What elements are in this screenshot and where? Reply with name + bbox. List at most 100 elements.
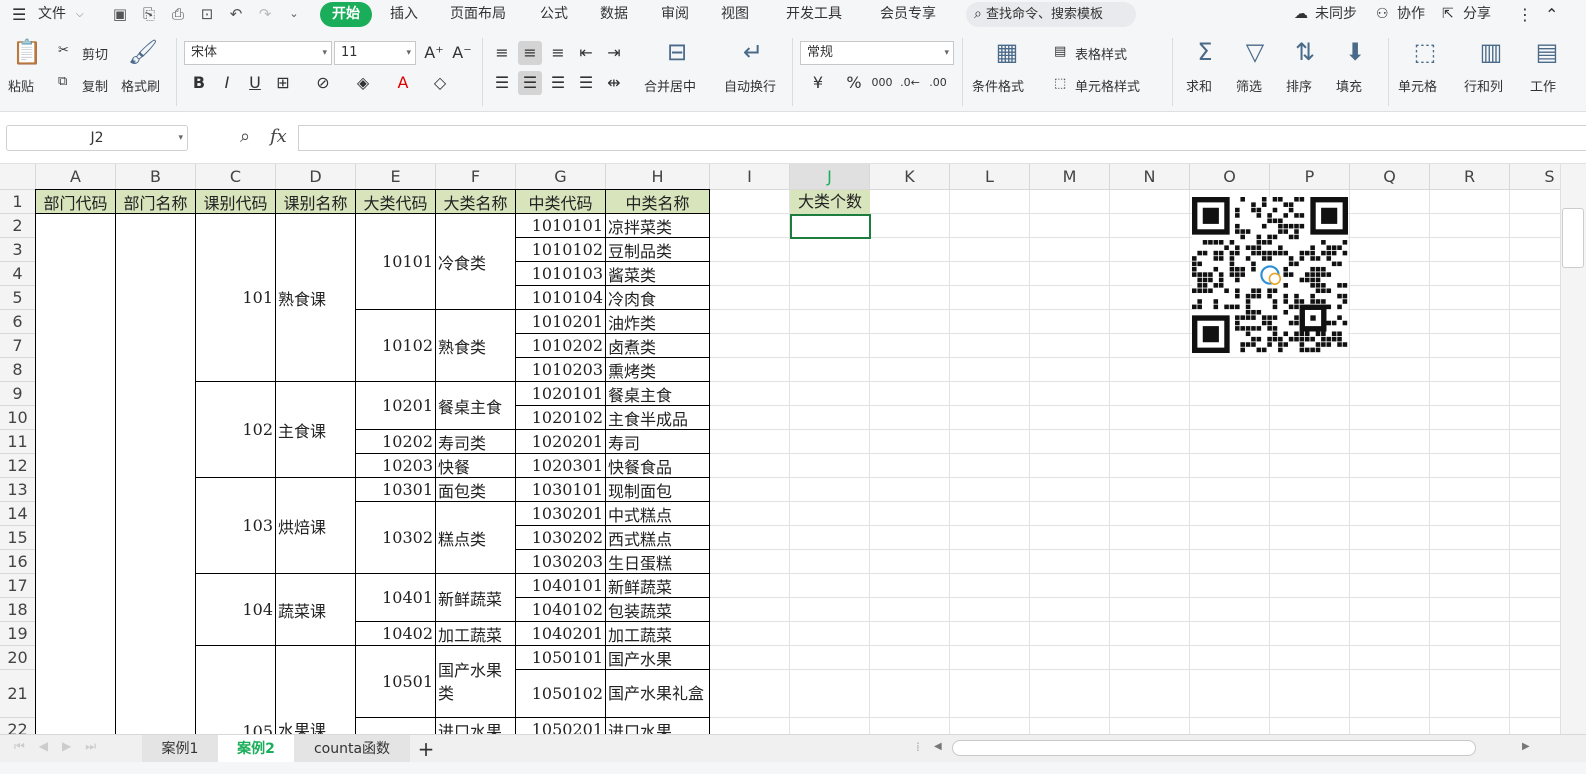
collab-icon[interactable]: ⚇ xyxy=(1376,0,1389,30)
tab-insert[interactable]: 插入 xyxy=(390,0,418,30)
row-col-icon[interactable]: ▥ xyxy=(1474,36,1508,68)
formula-input[interactable] xyxy=(298,125,1586,151)
customize-chevron-icon[interactable]: ⌄ xyxy=(284,4,304,24)
column-header-E[interactable]: E xyxy=(356,164,436,190)
header-cell[interactable]: 中类名称 xyxy=(605,189,710,214)
mid-code-cell[interactable]: 1020201 xyxy=(515,429,606,454)
row-header-13[interactable]: 13 xyxy=(0,478,36,502)
active-cell-J2[interactable] xyxy=(790,214,871,239)
number-format-select[interactable]: 常规 ▾ xyxy=(800,41,954,65)
row-header-15[interactable]: 15 xyxy=(0,526,36,550)
course-code-cell[interactable]: 102 xyxy=(195,381,276,478)
table-style-icon[interactable]: ▤ xyxy=(1054,44,1066,59)
paste-button[interactable]: 粘贴 xyxy=(8,76,34,95)
underline-icon[interactable]: U xyxy=(243,71,267,95)
row-header-22[interactable]: 22 xyxy=(0,718,36,734)
mid-name-cell[interactable]: 餐桌主食 xyxy=(605,381,710,406)
mid-code-cell[interactable]: 1040201 xyxy=(515,621,606,646)
major-code-cell[interactable]: 10102 xyxy=(355,309,436,382)
row-header-17[interactable]: 17 xyxy=(0,574,36,598)
column-header-P[interactable]: P xyxy=(1270,164,1350,190)
undo-icon[interactable]: ↶ xyxy=(226,4,246,24)
collapse-ribbon-icon[interactable]: ⌃ xyxy=(1545,0,1558,30)
major-code-cell[interactable]: 10402 xyxy=(355,621,436,646)
tab-review[interactable]: 审阅 xyxy=(661,0,689,30)
file-menu[interactable]: 文件 xyxy=(38,0,66,30)
wrap-text-button[interactable]: 自动换行 xyxy=(724,76,776,95)
copy-icon[interactable]: ⧉ xyxy=(58,74,67,89)
column-header-G[interactable]: G xyxy=(516,164,606,190)
sort-button[interactable]: 排序 xyxy=(1286,76,1312,95)
mid-code-cell[interactable]: 1020101 xyxy=(515,381,606,406)
mid-name-cell[interactable]: 国产水果 xyxy=(605,645,710,670)
sum-icon[interactable]: Σ xyxy=(1188,36,1222,68)
major-code-cell[interactable]: 10203 xyxy=(355,453,436,478)
filter-button[interactable]: 筛选 xyxy=(1236,76,1262,95)
mid-code-cell[interactable]: 1010101 xyxy=(515,213,606,238)
column-header-N[interactable]: N xyxy=(1110,164,1190,190)
row-header-19[interactable]: 19 xyxy=(0,622,36,646)
zoom-search-icon[interactable]: ⌕ xyxy=(240,126,250,147)
tab-home[interactable]: 开始 xyxy=(320,2,372,27)
mid-name-cell[interactable]: 凉拌菜类 xyxy=(605,213,710,238)
course-code-cell[interactable]: 104 xyxy=(195,573,276,646)
mid-code-cell[interactable]: 1010201 xyxy=(515,309,606,334)
major-name-cell[interactable]: 新鲜蔬菜 xyxy=(435,573,516,622)
cell-style-button[interactable]: 单元格样式 xyxy=(1075,76,1140,95)
row-header-14[interactable]: 14 xyxy=(0,502,36,526)
major-name-cell[interactable]: 快餐 xyxy=(435,453,516,478)
major-code-cell[interactable]: 10301 xyxy=(355,477,436,502)
tab-data[interactable]: 数据 xyxy=(600,0,628,30)
share-icon[interactable]: ⇱ xyxy=(1442,0,1454,30)
mid-name-cell[interactable]: 西式糕点 xyxy=(605,525,710,550)
row-header-8[interactable]: 8 xyxy=(0,358,36,382)
decrease-font-icon[interactable]: A⁻ xyxy=(450,41,474,65)
bold-icon[interactable]: B xyxy=(187,71,211,95)
cell-style-icon[interactable]: ⬚ xyxy=(1054,76,1066,91)
sum-button[interactable]: 求和 xyxy=(1186,76,1212,95)
format-painter-button[interactable]: 格式刷 xyxy=(121,76,160,95)
row-header-12[interactable]: 12 xyxy=(0,454,36,478)
decrease-decimal-icon[interactable]: .00 xyxy=(926,71,950,95)
scissors-icon[interactable]: ✂ xyxy=(58,43,69,58)
align-bottom-icon[interactable]: ≡ xyxy=(546,41,570,65)
column-header-Q[interactable]: Q xyxy=(1350,164,1430,190)
row-header-11[interactable]: 11 xyxy=(0,430,36,454)
row-header-7[interactable]: 7 xyxy=(0,334,36,358)
row-header-18[interactable]: 18 xyxy=(0,598,36,622)
paste-icon[interactable]: 📋 xyxy=(10,36,44,68)
column-header-L[interactable]: L xyxy=(950,164,1030,190)
header-cell[interactable]: 大类代码 xyxy=(355,189,436,214)
dept-name-cell[interactable] xyxy=(115,213,196,734)
sync-status[interactable]: 未同步 xyxy=(1315,0,1357,30)
column-header-A[interactable]: A xyxy=(36,164,116,190)
major-code-cell[interactable] xyxy=(355,717,436,734)
mid-name-cell[interactable]: 油炸类 xyxy=(605,309,710,334)
mid-name-cell[interactable]: 主食半成品 xyxy=(605,405,710,430)
major-code-cell[interactable]: 10401 xyxy=(355,573,436,622)
mid-name-cell[interactable]: 现制面包 xyxy=(605,477,710,502)
conditional-format-button[interactable]: 条件格式 xyxy=(972,76,1024,95)
increase-font-icon[interactable]: A⁺ xyxy=(422,41,446,65)
major-code-cell[interactable]: 10201 xyxy=(355,381,436,430)
major-name-cell[interactable]: 国产水果类 xyxy=(435,645,516,718)
mid-name-cell[interactable]: 中式糕点 xyxy=(605,501,710,526)
column-header-O[interactable]: O xyxy=(1190,164,1270,190)
column-header-R[interactable]: R xyxy=(1430,164,1510,190)
merge-center-button[interactable]: 合并居中 xyxy=(644,76,696,95)
font-size-select[interactable]: 11 ▾ xyxy=(334,41,416,65)
thousands-icon[interactable]: 000 xyxy=(870,71,894,95)
command-search-box[interactable]: ⌕ 查找命令、搜索模板 xyxy=(966,2,1136,27)
tab-formulas[interactable]: 公式 xyxy=(540,0,568,30)
cell-J1[interactable]: 大类个数 xyxy=(790,190,870,214)
mid-code-cell[interactable]: 1050101 xyxy=(515,645,606,670)
sheet-nav-arrows-icon[interactable]: ⏮◀▶⏭ xyxy=(14,739,110,754)
cloud-sync-icon[interactable]: ☁ xyxy=(1294,0,1308,30)
fill-color-icon[interactable]: ◈ xyxy=(351,71,375,95)
mid-name-cell[interactable]: 生日蛋糕 xyxy=(605,549,710,574)
collab-button[interactable]: 协作 xyxy=(1397,0,1425,30)
mid-name-cell[interactable]: 冷肉食 xyxy=(605,285,710,310)
mid-name-cell[interactable]: 快餐食品 xyxy=(605,453,710,478)
mid-code-cell[interactable]: 1050201 xyxy=(515,717,606,734)
align-middle-icon[interactable]: ≡ xyxy=(518,41,542,65)
